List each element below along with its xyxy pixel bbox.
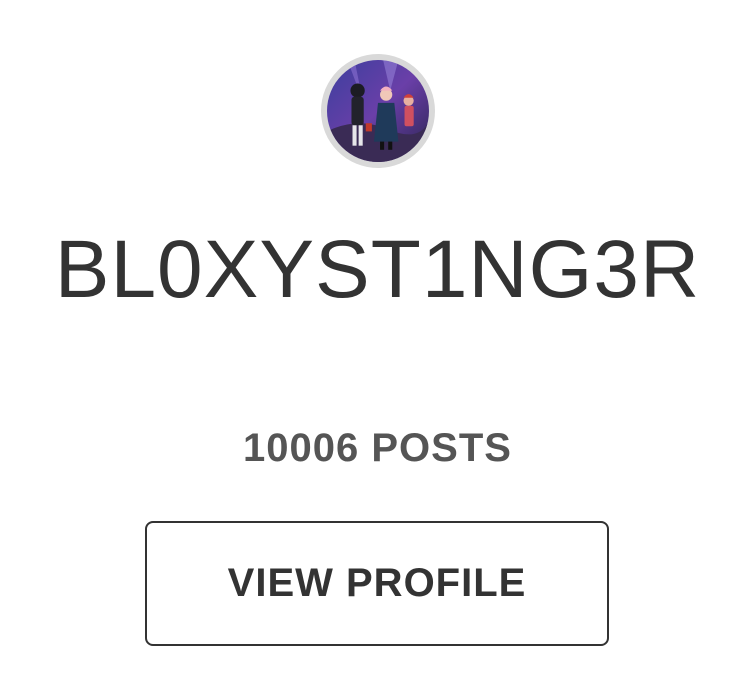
avatar[interactable] bbox=[321, 54, 435, 168]
avatar-image bbox=[327, 60, 429, 162]
post-count: 10006 POSTS bbox=[243, 426, 512, 470]
view-profile-button[interactable]: VIEW PROFILE bbox=[145, 521, 609, 646]
username: BL0XYST1NG3R bbox=[54, 224, 701, 315]
profile-card: BL0XYST1NG3R 10006 POSTS VIEW PROFILE bbox=[0, 0, 755, 679]
